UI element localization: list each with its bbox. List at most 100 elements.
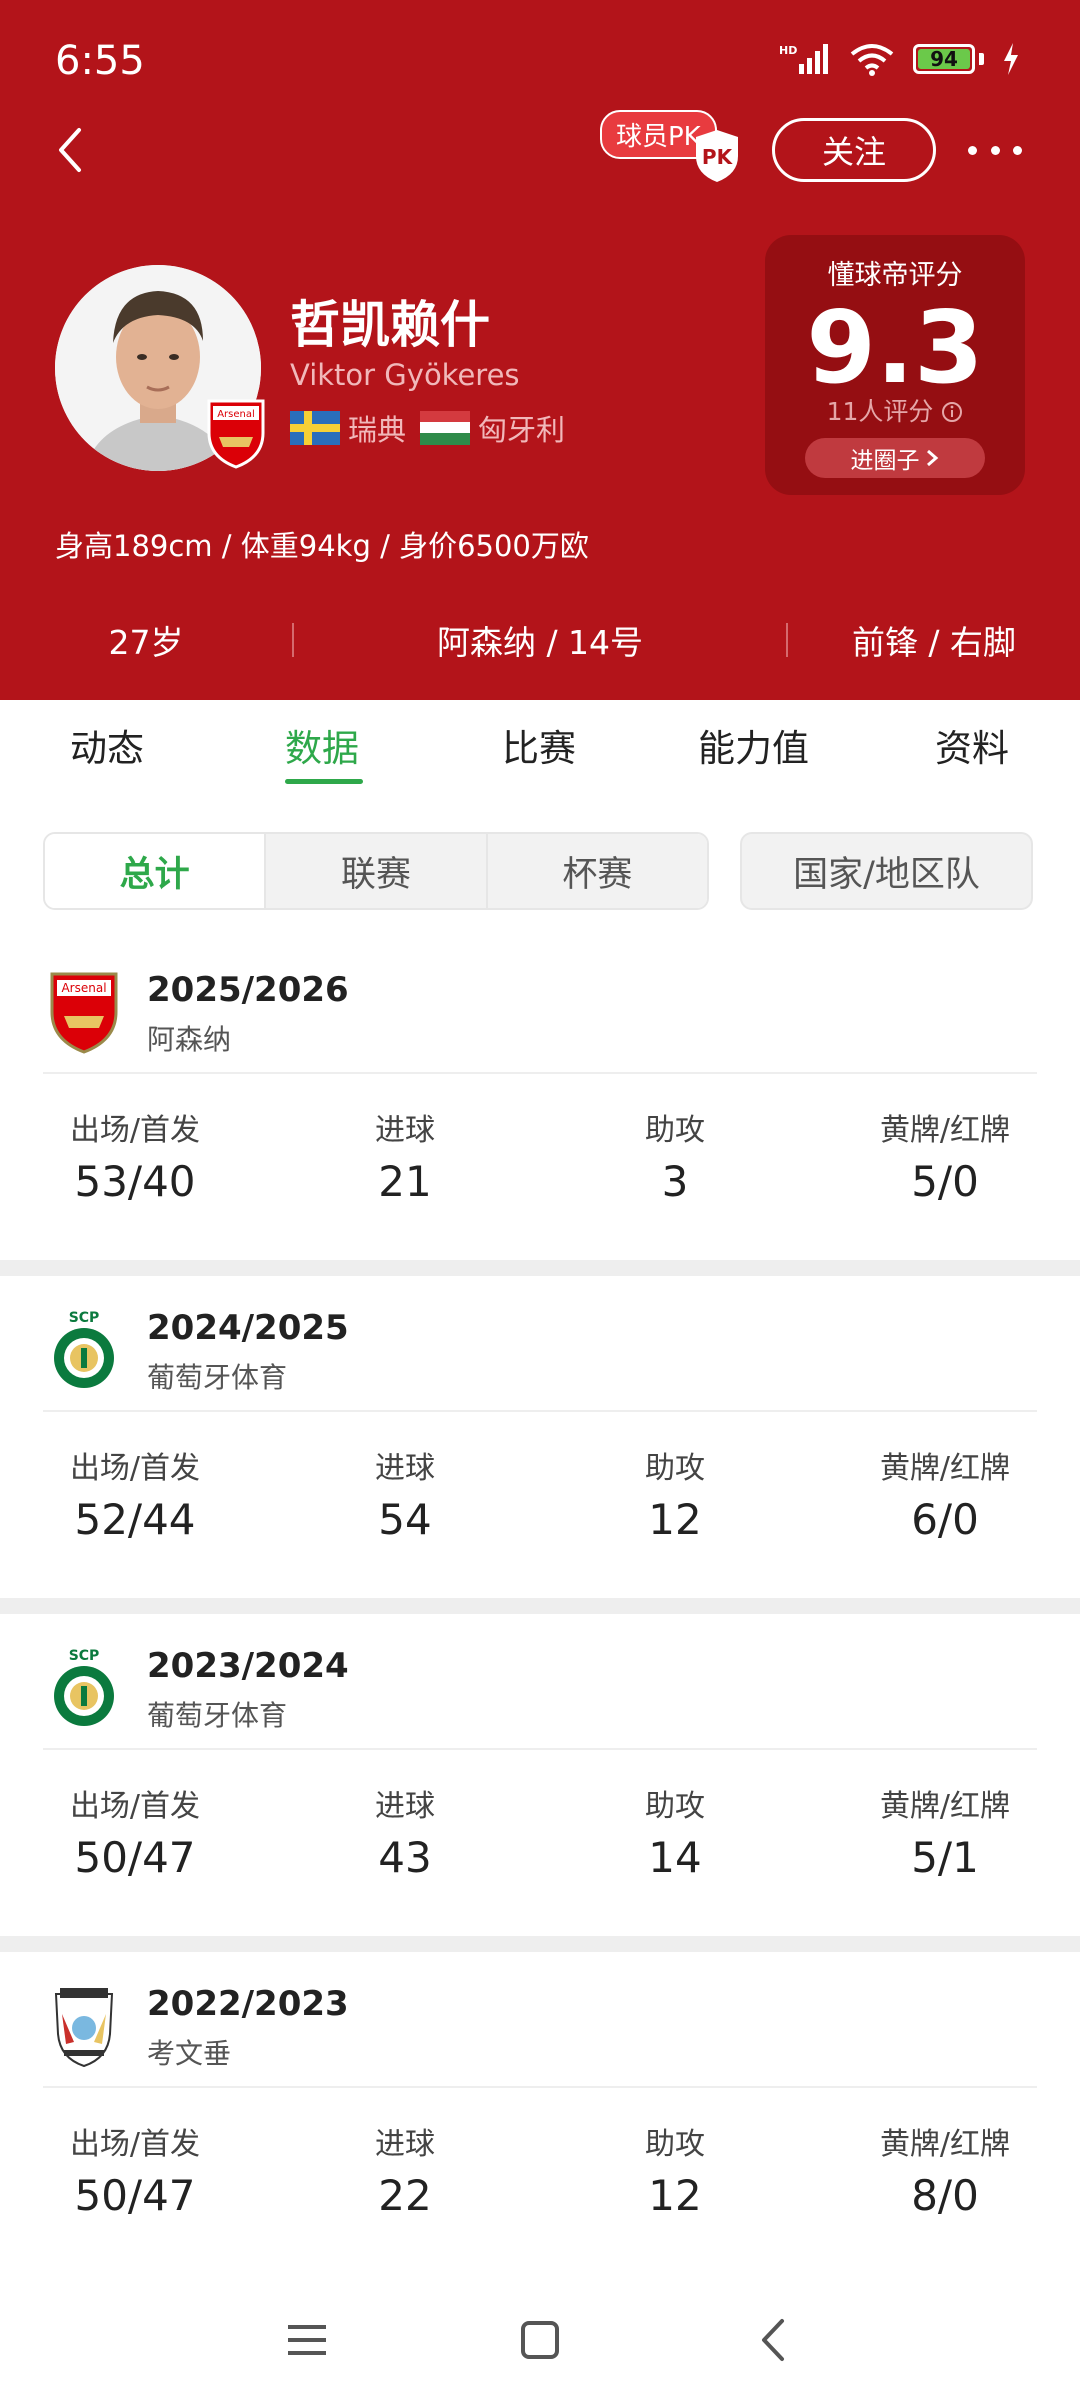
filter-cup[interactable]: 杯赛 bbox=[485, 834, 707, 908]
stat-value: 5/1 bbox=[911, 1833, 979, 1882]
filter-national-team[interactable]: 国家/地区队 bbox=[740, 832, 1033, 910]
season-card[interactable]: Arsenal 2025/2026 阿森纳 出场/首发 53/40 进球 21 … bbox=[0, 940, 1080, 1260]
stat-assists: 助攻 12 bbox=[555, 1443, 795, 1544]
stat-apps: 出场/首发 50/47 bbox=[15, 1781, 255, 1882]
stat-label: 黄牌/红牌 bbox=[879, 1451, 1011, 1486]
system-navigation-bar bbox=[0, 2270, 1080, 2400]
wifi-icon bbox=[850, 44, 894, 76]
menu-icon[interactable] bbox=[282, 2315, 332, 2365]
rating-count: 11人评分 bbox=[826, 397, 934, 426]
stat-assists: 助攻 3 bbox=[555, 1105, 795, 1206]
stat-value: 12 bbox=[648, 2171, 702, 2220]
season-club: 阿森纳 bbox=[147, 1023, 232, 1056]
season-card[interactable]: 2022/2023 考文垂 出场/首发 50/47 进球 22 助攻 12 黄牌… bbox=[0, 1954, 1080, 2274]
stat-value: 52/44 bbox=[74, 1495, 196, 1544]
stat-value: 43 bbox=[378, 1833, 432, 1882]
hungary-flag-icon bbox=[420, 411, 471, 445]
more-dot bbox=[990, 145, 1000, 155]
stat-cards: 黄牌/红牌 8/0 bbox=[825, 2119, 1065, 2220]
stat-label: 出场/首发 bbox=[69, 1789, 201, 1824]
player-name-en: Viktor Gyökeres bbox=[290, 358, 520, 392]
stat-value: 12 bbox=[648, 1495, 702, 1544]
tab-ability[interactable]: 能力值 bbox=[698, 718, 809, 772]
stat-value: 6/0 bbox=[911, 1495, 979, 1544]
system-back-icon[interactable] bbox=[750, 2315, 800, 2365]
season-divider bbox=[43, 1072, 1037, 1074]
stat-goals: 进球 22 bbox=[285, 2119, 525, 2220]
stat-value: 14 bbox=[648, 1833, 702, 1882]
back-button[interactable] bbox=[50, 120, 90, 180]
player-meta-row: 27岁 阿森纳 / 14号 前锋 / 右脚 bbox=[0, 600, 1080, 680]
header-nav-row: 球员PK PK 关注 bbox=[0, 110, 1080, 190]
signal-icon: HD bbox=[779, 44, 828, 74]
player-position-foot: 前锋 / 右脚 bbox=[851, 623, 1017, 662]
svg-text:SCP: SCP bbox=[69, 1310, 100, 1326]
pk-shield-icon: PK bbox=[696, 130, 738, 182]
status-icons: HD 94 bbox=[779, 42, 1020, 76]
section-gap bbox=[0, 1260, 1080, 1276]
stat-label: 出场/首发 bbox=[69, 2127, 201, 2162]
player-pk-button[interactable]: 球员PK PK bbox=[600, 110, 740, 182]
stat-apps: 出场/首发 52/44 bbox=[15, 1443, 255, 1544]
more-dot bbox=[968, 145, 977, 155]
nationality-row: 瑞典 匈牙利 bbox=[290, 407, 565, 449]
more-options-button[interactable] bbox=[968, 138, 1022, 162]
home-icon[interactable] bbox=[515, 2315, 565, 2365]
rating-value: 9.3 bbox=[806, 289, 984, 406]
stat-cards: 黄牌/红牌 5/1 bbox=[825, 1781, 1065, 1882]
stat-label: 进球 bbox=[375, 1451, 435, 1486]
season-club: 考文垂 bbox=[147, 2037, 232, 2070]
stat-label: 黄牌/红牌 bbox=[879, 1789, 1011, 1824]
stat-cards: 黄牌/红牌 5/0 bbox=[825, 1105, 1065, 1206]
season-year: 2023/2024 bbox=[147, 1646, 349, 1686]
stat-label: 助攻 bbox=[645, 1113, 705, 1148]
stat-value: 54 bbox=[378, 1495, 432, 1544]
coventry-logo-icon bbox=[54, 1988, 114, 2068]
rating-label: 懂球帝评分 bbox=[827, 260, 963, 291]
rating-count-row: 11人评分 bbox=[765, 392, 1025, 428]
season-year: 2024/2025 bbox=[147, 1308, 349, 1348]
chevron-right-icon bbox=[926, 449, 938, 467]
stat-value: 5/0 bbox=[911, 1157, 979, 1206]
section-gap bbox=[0, 1598, 1080, 1614]
stat-label: 助攻 bbox=[645, 1789, 705, 1824]
stat-value: 8/0 bbox=[911, 2171, 979, 2220]
nation-sweden: 瑞典 bbox=[348, 413, 407, 447]
active-tab-indicator bbox=[285, 779, 363, 784]
stat-label: 进球 bbox=[375, 2127, 435, 2162]
battery-tip bbox=[979, 53, 984, 65]
season-card[interactable]: SCP 2023/2024 葡萄牙体育 出场/首发 50/47 进球 43 助攻… bbox=[0, 1616, 1080, 1936]
stat-goals: 进球 43 bbox=[285, 1781, 525, 1882]
join-circle-button[interactable]: 进圈子 bbox=[805, 438, 985, 478]
svg-text:SCP: SCP bbox=[69, 1648, 100, 1664]
stat-label: 助攻 bbox=[645, 1451, 705, 1486]
nation-hungary: 匈牙利 bbox=[478, 413, 566, 447]
rating-card[interactable]: 懂球帝评分 9.3 11人评分 进圈子 bbox=[765, 235, 1025, 495]
filter-total[interactable]: 总计 bbox=[45, 834, 265, 908]
tab-profile[interactable]: 资料 bbox=[935, 718, 1009, 772]
join-circle-label: 进圈子 bbox=[850, 448, 920, 474]
tab-news[interactable]: 动态 bbox=[70, 718, 144, 772]
filter-league[interactable]: 联赛 bbox=[264, 834, 486, 908]
arsenal-badge-icon: Arsenal bbox=[207, 399, 265, 469]
season-divider bbox=[43, 2086, 1037, 2088]
follow-button[interactable]: 关注 bbox=[772, 118, 936, 182]
logo-text: Arsenal bbox=[61, 981, 106, 995]
stat-value: 50/47 bbox=[74, 2171, 196, 2220]
stat-goals: 进球 21 bbox=[285, 1105, 525, 1206]
pk-shield-text: PK bbox=[702, 145, 734, 169]
stat-assists: 助攻 12 bbox=[555, 2119, 795, 2220]
stat-value: 22 bbox=[378, 2171, 432, 2220]
status-bar: 6:55 HD 94 bbox=[0, 0, 1080, 120]
tab-data[interactable]: 数据 bbox=[285, 718, 359, 772]
tab-matches[interactable]: 比赛 bbox=[502, 718, 576, 772]
stat-value: 3 bbox=[661, 1157, 689, 1206]
main-tabs: 动态 数据 比赛 能力值 资料 bbox=[0, 700, 1080, 790]
arsenal-logo-icon: Arsenal bbox=[50, 972, 118, 1054]
season-card[interactable]: SCP 2024/2025 葡萄牙体育 出场/首发 52/44 进球 54 助攻… bbox=[0, 1278, 1080, 1598]
stat-value: 21 bbox=[378, 1157, 432, 1206]
stat-value: 50/47 bbox=[74, 1833, 196, 1882]
info-icon[interactable] bbox=[941, 401, 963, 423]
stat-label: 出场/首发 bbox=[69, 1451, 201, 1486]
season-club: 葡萄牙体育 bbox=[147, 1699, 288, 1732]
